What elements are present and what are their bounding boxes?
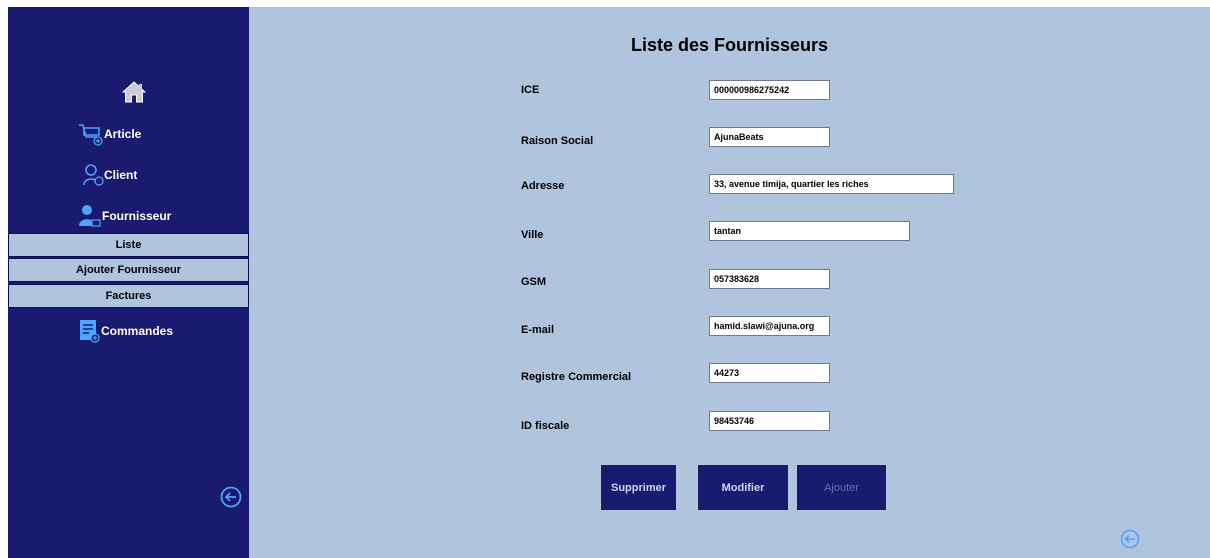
id-fiscale-input[interactable]: [709, 411, 830, 431]
email-input[interactable]: [709, 316, 830, 336]
sidebar: Article Client Fournisseur Liste Ajouter…: [8, 7, 249, 558]
nav-client[interactable]: Client: [82, 163, 137, 187]
submenu-liste[interactable]: Liste: [8, 233, 249, 257]
field-label-raison-social: Raison Social: [521, 135, 594, 147]
nav-fournisseur-label: Fournisseur: [102, 209, 172, 223]
user-solid-icon: [79, 205, 101, 227]
gsm-input[interactable]: [709, 269, 830, 289]
main-panel: Liste des Fournisseurs ICE Raison Social…: [249, 7, 1210, 558]
modifier-button[interactable]: Modifier: [698, 465, 788, 510]
submenu-ajouter-fournisseur[interactable]: Ajouter Fournisseur: [8, 258, 249, 282]
nav-commandes[interactable]: Commandes: [79, 319, 173, 343]
adresse-input[interactable]: [709, 174, 954, 194]
field-label-registre-commercial: Registre Commercial: [521, 371, 632, 383]
field-label-gsm: GSM: [521, 276, 547, 288]
arrow-left-circle-icon[interactable]: [1120, 529, 1140, 549]
nav-article-label: Article: [104, 127, 142, 141]
supprimer-button[interactable]: Supprimer: [601, 465, 676, 510]
registre-commercial-input[interactable]: [709, 363, 830, 383]
nav-article[interactable]: Article: [78, 122, 141, 146]
submenu-factures[interactable]: Factures: [8, 284, 249, 308]
ajouter-button[interactable]: Ajouter: [797, 465, 886, 510]
field-label-ville: Ville: [521, 229, 544, 241]
field-label-id-fiscale: ID fiscale: [521, 420, 570, 432]
ice-input[interactable]: [709, 80, 830, 100]
nav-fournisseur[interactable]: Fournisseur: [78, 204, 171, 228]
document-add-icon: [80, 320, 100, 343]
field-label-ice: ICE: [521, 84, 540, 96]
cart-icon: [79, 124, 103, 146]
nav-client-label: Client: [104, 168, 138, 182]
arrow-left-circle-icon[interactable]: [220, 486, 242, 508]
field-label-email: E-mail: [521, 324, 555, 336]
user-outline-icon: [83, 164, 104, 186]
ville-input[interactable]: [709, 221, 910, 241]
field-label-adresse: Adresse: [521, 180, 565, 192]
raison-social-input[interactable]: [709, 127, 830, 147]
nav-commandes-label: Commandes: [101, 324, 174, 338]
home-icon[interactable]: [122, 81, 146, 103]
page-title: Liste des Fournisseurs: [630, 35, 829, 55]
